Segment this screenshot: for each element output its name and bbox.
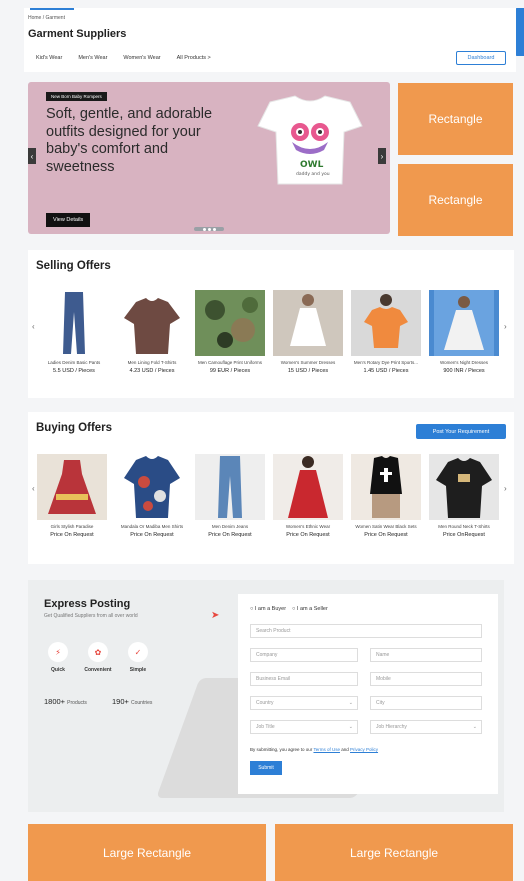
country-select[interactable]: Country ⌄: [250, 696, 358, 710]
paper-plane-icon: ➤: [211, 610, 220, 621]
job-hierarchy-select[interactable]: Job Hierarchy ⌄: [370, 720, 482, 734]
hero-next-arrow[interactable]: ›: [378, 148, 386, 164]
breadcrumb[interactable]: Home / Garment: [28, 15, 65, 21]
buying-offers-section: Buying Offers Post Your Requirement ‹ › …: [28, 412, 514, 564]
buying-card[interactable]: Mandala Or Madiba Men Shirts Price On Re…: [116, 454, 188, 538]
mobile-input[interactable]: Mobile: [370, 672, 482, 686]
job-title-select[interactable]: Job Title ⌄: [250, 720, 358, 734]
hero-prev-arrow[interactable]: ‹: [28, 148, 36, 164]
seller-radio[interactable]: ○ I am a Seller: [292, 606, 328, 612]
tshirt-image: [117, 290, 187, 356]
terms-link[interactable]: Terms of Use: [313, 747, 340, 752]
ad-rectangle-top[interactable]: Rectangle: [398, 83, 513, 155]
selling-offers-title: Selling Offers: [36, 260, 111, 272]
denim-jeans-image: [195, 454, 265, 520]
buying-next-arrow[interactable]: ›: [504, 484, 507, 493]
large-ad-left[interactable]: Large Rectangle: [28, 824, 266, 881]
countries-stat: 190+ Countries: [112, 697, 153, 706]
nav-mens-wear[interactable]: Men's Wear: [78, 55, 107, 61]
selling-card[interactable]: Ladies Denim Basic Pants 5.5 USD / Piece…: [38, 290, 110, 374]
buying-prev-arrow[interactable]: ‹: [32, 484, 35, 493]
selling-offers-section: Selling Offers ‹ › Ladies Denim Basic Pa…: [28, 250, 514, 398]
express-posting-subtitle: Get Qualified Suppliers from all over wo…: [44, 613, 138, 619]
ad-rectangle-bottom[interactable]: Rectangle: [398, 164, 513, 236]
mandala-shirt-image: [117, 454, 187, 520]
selling-card[interactable]: Men Camouflage Print Uniforms 99 EUR / P…: [194, 290, 266, 374]
buying-offers-title: Buying Offers: [36, 422, 113, 434]
ethnic-wear-image: [273, 454, 343, 520]
company-input[interactable]: Company: [250, 648, 358, 662]
sports-tshirt-image: [351, 290, 421, 356]
role-radio-group: ○ I am a Buyer ○ I am a Seller: [250, 606, 328, 612]
buying-card[interactable]: Girls Stylish Paradise Price On Request: [36, 454, 108, 538]
feature-quick: ⚡ Quick: [40, 642, 76, 673]
products-stat: 1800+ Products: [44, 697, 87, 706]
svg-text:daddy and you: daddy and you: [296, 171, 330, 177]
dashboard-button[interactable]: Dashboard: [456, 51, 506, 65]
satin-wear-image: [351, 454, 421, 520]
selling-card[interactable]: Women's Night Dresses 900 INR / Pieces: [428, 290, 500, 374]
jeans-image: [39, 290, 109, 356]
lightning-icon: ⚡: [48, 642, 68, 662]
selling-card[interactable]: Men's Rotary Dye Print Sports... 1.45 US…: [350, 290, 422, 374]
hero-headline: Soft, gentle, and adorable outfits desig…: [46, 106, 213, 175]
selling-next-arrow[interactable]: ›: [504, 322, 507, 331]
selling-card[interactable]: Women's Summer Dresses 15 USD / Pieces: [272, 290, 344, 374]
page: Home / Garment Garment Suppliers Kid's W…: [0, 0, 524, 881]
round-neck-tshirt-image: [429, 454, 499, 520]
large-ad-right[interactable]: Large Rectangle: [275, 824, 513, 881]
baby-romper-image: OWL daddy and you: [257, 95, 363, 185]
chevron-down-icon: ⌄: [472, 724, 477, 730]
category-nav: Kid's Wear Men's Wear Women's Wear All P…: [36, 55, 211, 61]
summer-dress-image: [273, 290, 343, 356]
buying-card[interactable]: Women Satin Wear Black Sets Price On Req…: [350, 454, 422, 538]
chevron-down-icon: ⌄: [348, 700, 353, 706]
hero-banner: New Born Baby Rompers Soft, gentle, and …: [28, 82, 390, 234]
chevron-down-icon: ⌄: [348, 724, 353, 730]
header-accent-bar: [30, 8, 74, 10]
post-requirement-button[interactable]: Post Your Requirement: [416, 424, 506, 439]
express-posting-form: ○ I am a Buyer ○ I am a Seller Search Pr…: [238, 594, 498, 794]
city-input[interactable]: City: [370, 696, 482, 710]
buying-card[interactable]: Women's Ethnic Wear Price On Request: [272, 454, 344, 538]
page-header: Home / Garment Garment Suppliers Kid's W…: [24, 8, 516, 72]
email-input[interactable]: Business Email: [250, 672, 358, 686]
express-posting-title: Express Posting: [44, 598, 131, 610]
buying-card[interactable]: Men Round Neck T-Shirts Price OnRequest: [428, 454, 500, 538]
night-dress-image: [429, 290, 499, 356]
name-input[interactable]: Name: [370, 648, 482, 662]
nav-kids-wear[interactable]: Kid's Wear: [36, 55, 62, 61]
buying-card[interactable]: Men Denim Jeans Price On Request: [194, 454, 266, 538]
feature-convenient: ✿ Convenient: [80, 642, 116, 673]
camouflage-image: [195, 290, 265, 356]
view-details-button[interactable]: View Details: [46, 213, 91, 227]
feature-simple: ✓ Simple: [120, 642, 156, 673]
selling-prev-arrow[interactable]: ‹: [32, 322, 35, 331]
submit-button[interactable]: Submit: [250, 761, 282, 775]
buyer-radio[interactable]: ○ I am a Buyer: [250, 606, 286, 612]
svg-text:OWL: OWL: [300, 160, 324, 170]
thumbs-up-icon: ✓: [128, 642, 148, 662]
terms-text: By submitting, you agree to our Terms of…: [250, 747, 379, 752]
gift-icon: ✿: [88, 642, 108, 662]
product-input[interactable]: Search Product: [250, 624, 482, 638]
girls-dress-image: [37, 454, 107, 520]
selling-card[interactable]: Men Lining Fold T-Shirts 4.23 USD / Piec…: [116, 290, 188, 374]
privacy-link[interactable]: Privacy Policy: [350, 747, 378, 752]
hero-tag: New Born Baby Rompers: [46, 92, 107, 101]
nav-all-products[interactable]: All Products >: [177, 55, 211, 61]
nav-womens-wear[interactable]: Women's Wear: [123, 55, 160, 61]
hero-carousel-dots[interactable]: [194, 227, 224, 231]
page-title: Garment Suppliers: [28, 28, 127, 40]
